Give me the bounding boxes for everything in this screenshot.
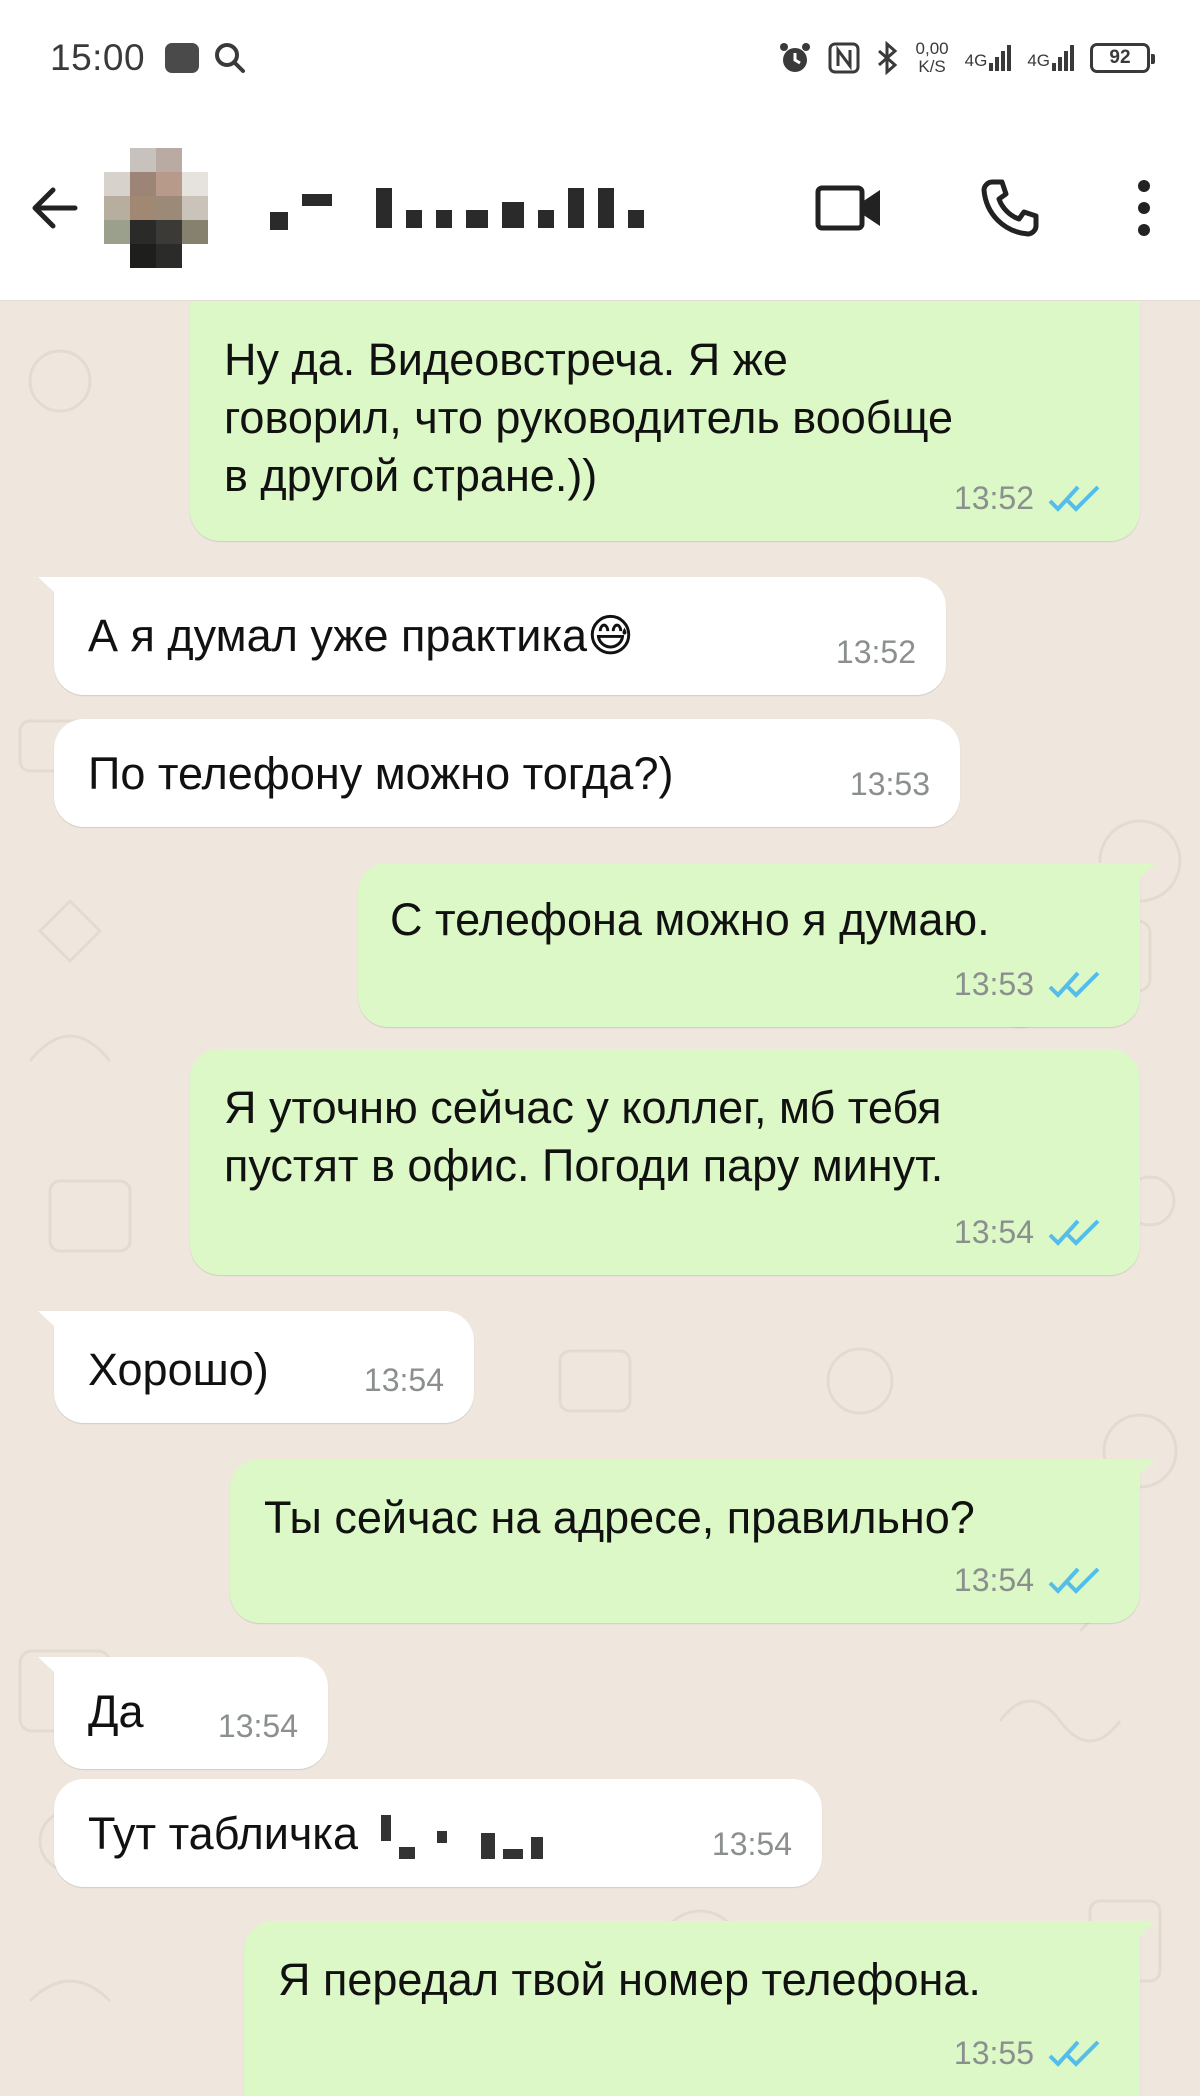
read-ticks-icon xyxy=(1048,485,1100,512)
back-button[interactable] xyxy=(20,173,90,243)
read-ticks-icon xyxy=(1048,971,1100,998)
message-time: 13:55 xyxy=(953,2035,1034,2071)
bluetooth-icon xyxy=(877,40,897,75)
chat-header xyxy=(0,115,1200,301)
status-time: 15:00 xyxy=(50,36,146,78)
message-time: 13:52 xyxy=(835,634,916,670)
more-vertical-icon xyxy=(1138,179,1150,236)
redacted-text xyxy=(380,1815,543,1860)
message-incoming[interactable]: Тут табличка 13:54 xyxy=(54,1779,822,1887)
contact-name[interactable] xyxy=(256,173,644,243)
chat-area[interactable]: Ну да. Видеовстреча. Я же говорил, что р… xyxy=(0,301,1200,2096)
net-speed-value: 0,00 xyxy=(915,38,949,58)
nfc-icon xyxy=(828,42,860,73)
read-ticks-icon xyxy=(1048,1567,1100,1594)
alarm-icon xyxy=(779,42,810,72)
message-outgoing[interactable]: Ты сейчас на адресе, правильно? 13:54 xyxy=(230,1459,1156,1623)
message-outgoing[interactable]: С телефона можно я думаю. 13:53 xyxy=(358,863,1156,1027)
bubble-tail xyxy=(38,1657,68,1685)
read-ticks-icon xyxy=(1048,1219,1100,1246)
message-time: 13:53 xyxy=(849,766,930,802)
message-incoming[interactable]: Да 13:54 xyxy=(38,1657,328,1769)
sim1-label: 4G xyxy=(964,50,988,70)
message-text: А я думал уже практика😅 xyxy=(88,610,634,661)
message-incoming[interactable]: Хорошо) 13:54 xyxy=(38,1311,474,1423)
message-outgoing[interactable]: Я передал твой номер телефона. 13:55 xyxy=(244,1921,1156,2096)
read-ticks-icon xyxy=(1048,2040,1100,2067)
arrow-left-icon xyxy=(32,187,78,228)
message-incoming[interactable]: По телефону можно тогда?) 13:53 xyxy=(54,719,960,827)
message-time: 13:54 xyxy=(217,1708,298,1744)
message-text: По телефону можно тогда?) xyxy=(88,748,674,799)
net-speed-unit: K/S xyxy=(918,56,946,76)
battery-icon: 92 xyxy=(1090,42,1155,73)
message-text: говорил, что руководитель вообще xyxy=(224,392,954,443)
bubble-tail xyxy=(1126,1921,1156,1949)
notification-icon xyxy=(165,42,200,73)
message-text: Тут табличка xyxy=(88,1808,358,1859)
signal-sim1: 4G xyxy=(964,44,1012,71)
signal-bars-icon xyxy=(1052,44,1074,71)
message-time: 13:54 xyxy=(711,1826,792,1862)
search-icon xyxy=(215,42,246,73)
bubble-tail xyxy=(38,1311,68,1339)
bubble-tail xyxy=(1126,1459,1156,1487)
message-text: Я уточню сейчас у коллег, мб тебя xyxy=(224,1082,942,1133)
message-time: 13:54 xyxy=(363,1362,444,1398)
sim2-label: 4G xyxy=(1027,50,1050,70)
voice-call-button[interactable] xyxy=(978,176,1042,240)
message-incoming[interactable]: А я думал уже практика😅 13:52 xyxy=(38,577,946,695)
message-time: 13:54 xyxy=(953,1562,1034,1598)
message-outgoing[interactable]: Ну да. Видеовстреча. Я же говорил, что р… xyxy=(190,301,1140,541)
video-call-button[interactable] xyxy=(814,180,886,236)
battery-level: 92 xyxy=(1109,46,1131,68)
signal-sim2: 4G xyxy=(1027,44,1074,71)
message-text: Я передал твой номер телефона. xyxy=(278,1954,981,2005)
message-text: Ты сейчас на адресе, правильно? xyxy=(264,1492,975,1543)
bubble-tail xyxy=(38,577,68,605)
message-time: 13:54 xyxy=(953,1214,1034,1250)
phone-icon xyxy=(981,179,1039,236)
bubble-tail xyxy=(1126,863,1156,891)
status-bar: 15:00 0,00 K/S 4G 4G 92 xyxy=(0,0,1200,115)
video-call-icon xyxy=(815,185,880,230)
message-outgoing[interactable]: Я уточню сейчас у коллег, мб тебя пустят… xyxy=(190,1049,1140,1275)
signal-bars-icon xyxy=(989,44,1012,71)
message-text: Ну да. Видеовстреча. Я же xyxy=(224,334,788,385)
avatar[interactable] xyxy=(104,147,208,268)
message-time: 13:52 xyxy=(953,480,1034,516)
message-time: 13:53 xyxy=(953,966,1034,1002)
more-options-button[interactable] xyxy=(1134,176,1154,240)
message-text: пустят в офис. Погоди пару минут. xyxy=(224,1140,944,1191)
message-text: С телефона можно я думаю. xyxy=(390,894,990,945)
net-speed: 0,00 K/S xyxy=(915,38,949,76)
